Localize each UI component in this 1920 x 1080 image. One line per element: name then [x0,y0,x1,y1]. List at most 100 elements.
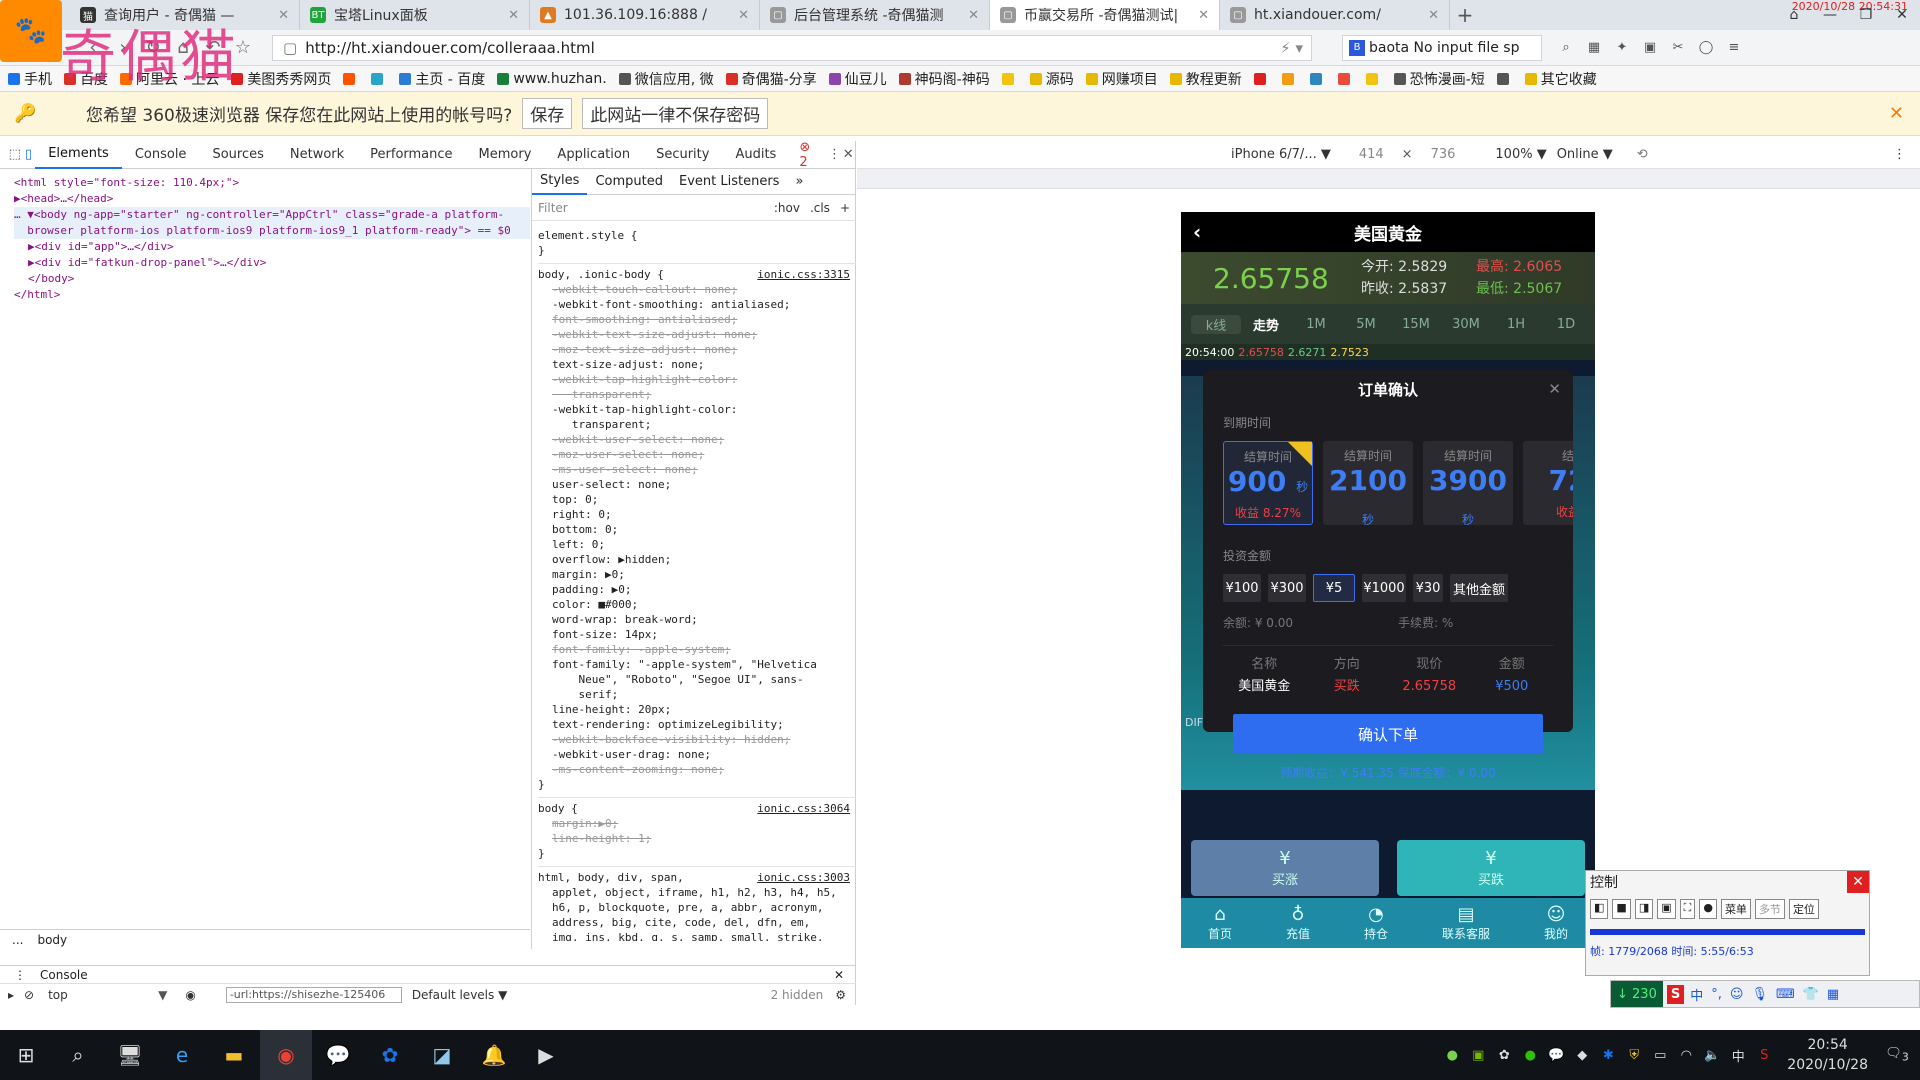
drawer-menu-icon[interactable]: ⋮ [14,968,26,982]
devtools-tab-security[interactable]: Security [643,141,722,169]
tab-close-icon[interactable]: ✕ [1428,8,1439,23]
css-property[interactable]: -webkit-text-size-adjust: none; [538,327,852,342]
tab-close-icon[interactable]: ✕ [278,8,289,23]
prev-frame-icon[interactable]: ◧ [1590,899,1609,919]
settings-icon[interactable]: ⚙ [835,988,846,1002]
shirt-icon[interactable]: ⌂ [1776,7,1812,23]
hov-toggle[interactable]: :hov [774,201,800,215]
explorer-icon[interactable]: ▬ [208,1030,260,1080]
sogou-icon[interactable]: S [1666,984,1685,1004]
amount-option[interactable]: ¥30 [1413,574,1443,602]
record-icon[interactable]: ● [1699,899,1717,919]
css-property[interactable]: margin:▶0; [538,816,852,831]
rule-source-link[interactable]: ionic.css:3315 [757,267,850,282]
console-drawer-tab[interactable]: Console [40,968,88,982]
browser-tab[interactable]: ▢ 币赢交易所 -奇偶猫测试| ✕ [990,0,1220,30]
battery-icon[interactable]: ▭ [1647,1048,1673,1063]
more-icon[interactable]: ⋮ [828,147,842,162]
nav-item[interactable]: ▤ 联系客服 [1442,904,1490,942]
css-property[interactable]: h6, p, blockquote, pre, a, abbr, acronym… [538,900,852,915]
tray-app-icon[interactable]: ● [1439,1048,1465,1063]
device-toggle-icon[interactable]: ▯ [22,147,36,162]
skin-icon[interactable]: 👕 [1803,987,1819,1002]
app-icon[interactable]: ✿ [364,1030,416,1080]
css-property[interactable]: -webkit-touch-callout: none; [538,282,852,297]
css-property[interactable]: line-height: 20px; [538,702,852,717]
emulator-more-icon[interactable]: ⋮ [1893,147,1906,162]
css-property[interactable]: -webkit-backface-visibility: hidden; [538,732,852,747]
expiry-option[interactable]: 结72 收益 [1523,441,1573,525]
rule-source-link[interactable]: ionic.css:3064 [757,801,850,816]
css-property[interactable]: user-select: none; [538,477,852,492]
css-property[interactable]: transparent; [538,387,852,402]
ime-language[interactable]: 中 [1725,1046,1751,1065]
css-property[interactable]: bottom: 0; [538,522,852,537]
add-rule-icon[interactable]: + [840,201,850,215]
nav-item[interactable]: ◔ 持仓 [1364,904,1388,942]
confirm-order-button[interactable]: 确认下单 [1233,714,1543,754]
search-icon[interactable]: ⌕ [52,1030,104,1080]
bookmark-item[interactable]: 主页 - 百度 [399,69,485,89]
period-tab[interactable]: 1D [1541,317,1591,332]
nav-item[interactable]: ☺ 我的 [1544,904,1568,942]
url-input[interactable]: ▢ http://ht.xiandouer.com/colleraaa.html… [272,34,1312,61]
devtools-tab-audits[interactable]: Audits [722,141,789,169]
chrome-icon[interactable]: ◉ [260,1030,312,1080]
levels-select[interactable]: Default levels ▼ [412,988,508,1002]
dom-node[interactable]: ▶<head>…</head> [14,191,530,207]
save-password-button[interactable]: 保存 [522,98,573,129]
new-tab-button[interactable]: + [1450,3,1480,27]
device-select[interactable]: iPhone 6/7/... ▼ [1231,147,1331,162]
console-sidebar-icon[interactable]: ▸ [8,988,14,1002]
scissors-icon[interactable]: ✂ [1664,40,1692,55]
css-property[interactable]: font-family: -apple-system; [538,642,852,657]
bookmark-item[interactable] [1281,72,1298,85]
css-property[interactable]: -moz-text-size-adjust: none; [538,342,852,357]
bookmark-item[interactable]: 手机 [8,69,52,89]
bookmark-item[interactable] [1001,72,1018,85]
css-property[interactable]: -ms-content-zooming: none; [538,762,852,777]
css-property[interactable]: line-height: 1; [538,831,852,846]
dom-node[interactable]: <html style="font-size: 110.4px;"> [14,175,530,191]
expiry-option[interactable]: 结算时间 900 秒收益 8.27% [1223,441,1313,525]
styles-tab[interactable]: Computed [587,169,671,195]
amount-option[interactable]: ¥300 [1268,574,1306,602]
tab-close-icon[interactable]: ✕ [508,8,519,23]
search-box[interactable]: B baota No input file sp [1342,34,1542,61]
devtools-tab-memory[interactable]: Memory [466,141,545,169]
css-property[interactable]: -webkit-tap-highlight-color: [538,402,852,417]
period-tab[interactable]: 30M [1441,317,1491,332]
css-property[interactable]: -ms-user-select: none; [538,462,852,477]
bookmark-item[interactable]: 微信应用, 微 [618,69,714,89]
tray-gpu-icon[interactable]: ▣ [1465,1048,1491,1063]
browser-tab[interactable]: BT 宝塔Linux面板 ✕ [300,0,530,30]
locate-button[interactable]: 定位 [1788,899,1819,919]
bookmark-item[interactable]: 源码 [1029,69,1074,89]
bookmark-item[interactable] [1496,72,1513,85]
wechat-icon[interactable]: 💬 [312,1030,364,1080]
period-tab[interactable]: 5M [1341,317,1391,332]
period-tab[interactable]: 1M [1291,317,1341,332]
modal-close-icon[interactable]: ✕ [1548,380,1561,398]
grid-icon[interactable]: ▦ [1827,987,1839,1002]
css-property[interactable]: font-smoothing: antialiased; [538,312,852,327]
tray-cloud-icon[interactable]: ✿ [1491,1048,1517,1063]
notification-icon[interactable]: 🗨3 [1884,1046,1910,1064]
bookmark-item[interactable]: 美图秀秀网页 [231,69,331,89]
period-tab[interactable]: 1H [1491,317,1541,332]
close-devtools-icon[interactable]: ✕ [841,147,855,162]
dom-node[interactable]: … ▼<body ng-app="starter" ng-controller=… [14,207,530,223]
never-save-button[interactable]: 此网站一律不保存密码 [582,98,769,129]
expiry-option[interactable]: 结算时间2100 秒收益 8.58% [1323,441,1413,525]
css-property[interactable]: Neue", "Roboto", "Segoe UI", sans- [538,672,852,687]
bell-app-icon[interactable]: 🔔 [468,1030,520,1080]
bookmark-item[interactable] [1337,72,1354,85]
browser-logo-icon[interactable]: 🐾 [0,0,62,62]
sogou-tray-icon[interactable]: S [1751,1048,1777,1063]
ime-lang[interactable]: 中 [1690,985,1703,1004]
period-tab[interactable]: 15M [1391,317,1441,332]
height-input[interactable]: 736 [1431,147,1456,162]
search-icon[interactable]: ⌕ [1552,40,1580,55]
apps-icon[interactable]: ▦ [1580,40,1608,55]
devtools-tab-sources[interactable]: Sources [199,141,276,169]
